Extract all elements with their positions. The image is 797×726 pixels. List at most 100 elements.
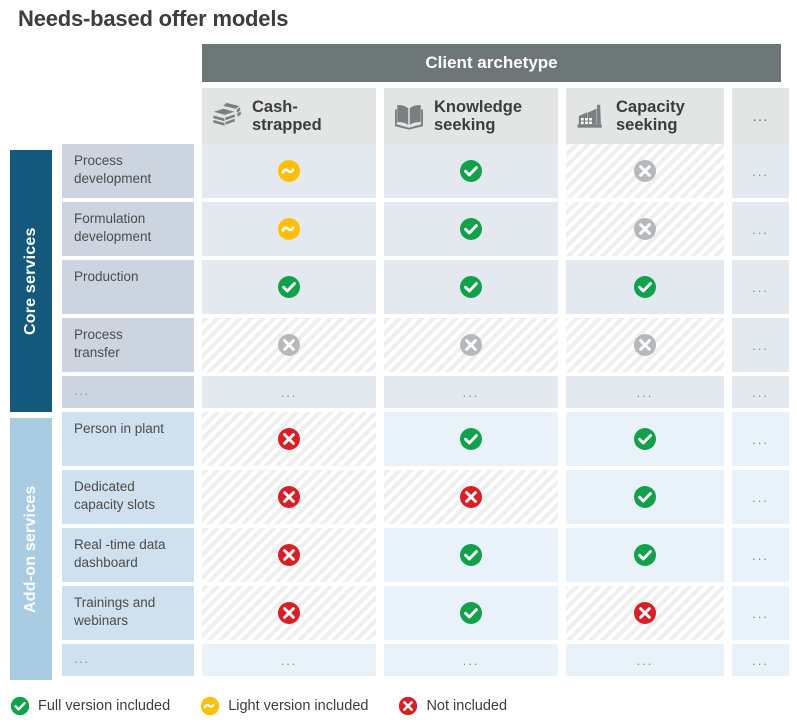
row-label-ellipsis: ... xyxy=(74,383,89,398)
row-label[interactable]: Trainings andwebinars xyxy=(62,586,194,640)
column-header-capacity-seeking[interactable]: Capacityseeking xyxy=(566,88,724,144)
matrix-cell[interactable] xyxy=(202,412,376,466)
matrix-cell[interactable]: ... xyxy=(566,376,724,408)
matrix-cell[interactable] xyxy=(202,318,376,372)
matrix-cell[interactable] xyxy=(566,318,724,372)
matrix-cell[interactable]: ... xyxy=(732,260,789,314)
matrix-cell[interactable]: ... xyxy=(202,644,376,676)
cell-ellipsis: ... xyxy=(752,433,769,446)
column-header-knowledge-seeking[interactable]: Knowledgeseeking xyxy=(384,88,558,144)
matrix-cell[interactable]: ... xyxy=(732,318,789,372)
row-label[interactable]: Real -time datadashboard xyxy=(62,528,194,582)
legend-item: Light version included xyxy=(200,696,368,716)
matrix-cell[interactable] xyxy=(202,586,376,640)
matrix-cell[interactable] xyxy=(202,260,376,314)
matrix-cell[interactable]: ... xyxy=(732,376,789,408)
not-included-icon xyxy=(277,485,301,509)
cell-ellipsis: ... xyxy=(637,386,654,399)
matrix-cell[interactable] xyxy=(384,144,558,198)
matrix-cell[interactable]: ... xyxy=(732,412,789,466)
matrix-cell[interactable]: ... xyxy=(732,528,789,582)
matrix-cell[interactable] xyxy=(384,202,558,256)
column-header-cash-strapped[interactable]: Cash-strapped xyxy=(202,88,376,144)
matrix-cell[interactable] xyxy=(384,586,558,640)
matrix-cell[interactable] xyxy=(566,470,724,524)
matrix-cell[interactable] xyxy=(566,412,724,466)
light-tilde-icon xyxy=(277,159,301,183)
row-label[interactable]: ... xyxy=(62,644,194,676)
matrix-cell[interactable]: ... xyxy=(384,644,558,676)
row-label[interactable]: Processdevelopment xyxy=(62,144,194,198)
matrix-cell[interactable] xyxy=(566,260,724,314)
row-label[interactable]: Dedicatedcapacity slots xyxy=(62,470,194,524)
row-label[interactable]: Processtransfer xyxy=(62,318,194,372)
matrix-cell[interactable]: ... xyxy=(732,586,789,640)
matrix-cell[interactable] xyxy=(566,586,724,640)
legend-label: Not included xyxy=(426,698,507,714)
cell-ellipsis: ... xyxy=(752,654,769,667)
full-check-icon xyxy=(633,275,657,299)
matrix-cell[interactable] xyxy=(202,528,376,582)
full-check-icon xyxy=(459,543,483,567)
cell-ellipsis: ... xyxy=(752,339,769,352)
light-tilde-icon xyxy=(200,696,220,716)
cell-ellipsis: ... xyxy=(463,654,480,667)
matrix-cell[interactable]: ... xyxy=(202,376,376,408)
matrix-cell[interactable] xyxy=(202,144,376,198)
full-check-icon xyxy=(10,696,30,716)
matrix-cell[interactable]: ... xyxy=(732,202,789,256)
legend-item: Not included xyxy=(398,696,507,716)
not-included-grey-icon xyxy=(633,333,657,357)
row-label-ellipsis: ... xyxy=(74,651,89,666)
light-tilde-icon xyxy=(200,696,220,716)
section-label-core-services: Core services xyxy=(10,150,52,412)
full-check-icon xyxy=(277,275,301,299)
cell-ellipsis: ... xyxy=(463,386,480,399)
cell-ellipsis: ... xyxy=(752,165,769,178)
row-label[interactable]: Production xyxy=(62,260,194,314)
matrix-cell[interactable] xyxy=(384,318,558,372)
legend-item: Full version included xyxy=(10,696,170,716)
open-book-icon xyxy=(394,102,424,130)
full-check-icon xyxy=(633,427,657,451)
matrix-cell[interactable]: ... xyxy=(384,376,558,408)
matrix-cell[interactable]: ... xyxy=(566,644,724,676)
not-included-grey-icon xyxy=(459,333,483,357)
matrix-cell[interactable]: ... xyxy=(732,470,789,524)
matrix-cell[interactable] xyxy=(384,260,558,314)
client-archetype-banner: Client archetype xyxy=(202,44,781,82)
matrix-cell[interactable] xyxy=(384,470,558,524)
matrix-cell[interactable]: ... xyxy=(732,644,789,676)
not-included-icon xyxy=(277,601,301,625)
factory-icon xyxy=(576,102,606,130)
not-included-icon xyxy=(277,427,301,451)
full-check-icon xyxy=(459,275,483,299)
row-label[interactable]: ... xyxy=(62,376,194,408)
legend-label: Light version included xyxy=(228,698,368,714)
matrix-cell[interactable] xyxy=(566,528,724,582)
cell-ellipsis: ... xyxy=(752,281,769,294)
section-label-add-on-services: Add-on services xyxy=(10,418,52,680)
column-header-more-archetypes[interactable]: ... xyxy=(732,88,789,144)
cell-ellipsis: ... xyxy=(752,223,769,236)
full-check-icon xyxy=(459,601,483,625)
money-stack-icon xyxy=(212,102,242,130)
matrix-cell[interactable]: ... xyxy=(732,144,789,198)
row-label[interactable]: Formulationdevelopment xyxy=(62,202,194,256)
header-spacer xyxy=(0,82,202,144)
matrix-cell[interactable] xyxy=(566,144,724,198)
matrix-cell[interactable] xyxy=(202,202,376,256)
not-included-icon xyxy=(277,543,301,567)
not-included-icon xyxy=(633,601,657,625)
row-label[interactable]: Person in plant xyxy=(62,412,194,466)
matrix-cell[interactable] xyxy=(384,528,558,582)
matrix-cell[interactable] xyxy=(566,202,724,256)
money-stack-icon xyxy=(212,102,242,130)
factory-icon xyxy=(576,102,606,130)
not-included-grey-icon xyxy=(633,217,657,241)
cell-ellipsis: ... xyxy=(752,491,769,504)
full-check-icon xyxy=(459,159,483,183)
matrix-cell[interactable] xyxy=(384,412,558,466)
matrix-cell[interactable] xyxy=(202,470,376,524)
not-included-grey-icon xyxy=(633,159,657,183)
